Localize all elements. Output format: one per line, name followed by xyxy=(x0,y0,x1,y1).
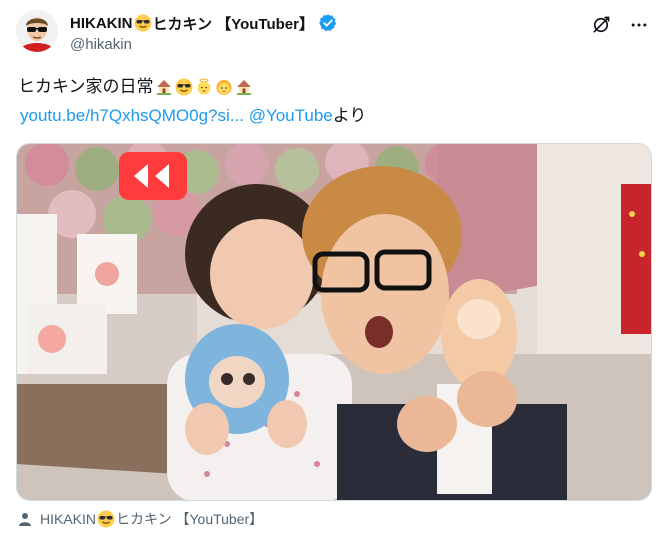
footer-name-prefix: HIKAKIN xyxy=(40,511,97,527)
verified-badge-icon xyxy=(318,13,338,33)
youtube-link[interactable]: youtu.be/h7QxhsQMO0g?si... xyxy=(20,106,244,125)
post-trailing-text: より xyxy=(332,106,367,125)
house-with-garden-icon xyxy=(235,78,253,96)
baby-icon xyxy=(215,78,233,96)
author-name-suffix: ヒカキン 【YouTuber】 xyxy=(152,15,315,33)
more-options-icon[interactable] xyxy=(628,14,650,36)
post-link-line: youtu.be/h7QxhsQMO0g?si... @YouTubeより xyxy=(20,105,366,127)
smiling-face-with-sunglasses-icon xyxy=(134,14,152,32)
author-name-prefix: HIKAKIN xyxy=(70,14,133,32)
author-handle[interactable]: @hikakin xyxy=(70,36,132,53)
media-attribution[interactable]: HIKAKIN ヒカキン 【YouTuber】 xyxy=(18,509,263,529)
tweet-card: HIKAKIN ヒカキン 【YouTuber】 @hikakin ヒカキン家の日… xyxy=(0,0,668,538)
avatar[interactable] xyxy=(16,10,58,52)
baby-angel-icon xyxy=(195,78,213,96)
post-text: ヒカキン家の日常 xyxy=(18,76,254,98)
header-actions xyxy=(590,14,650,36)
person-icon xyxy=(18,512,32,526)
footer-name-suffix: ヒカキン 【YouTuber】 xyxy=(116,511,264,527)
photo-illustration xyxy=(17,144,651,500)
post-media-image[interactable] xyxy=(16,143,652,501)
grok-icon[interactable] xyxy=(590,14,612,36)
post-text-content: ヒカキン家の日常 xyxy=(18,77,154,96)
play-rewind-icon xyxy=(119,152,187,200)
author-name[interactable]: HIKAKIN ヒカキン 【YouTuber】 xyxy=(70,12,338,34)
smiling-face-with-sunglasses-icon xyxy=(175,78,193,96)
smiling-face-with-sunglasses-icon xyxy=(97,510,115,528)
house-with-garden-icon xyxy=(155,78,173,96)
youtube-mention[interactable]: @YouTube xyxy=(249,106,333,125)
